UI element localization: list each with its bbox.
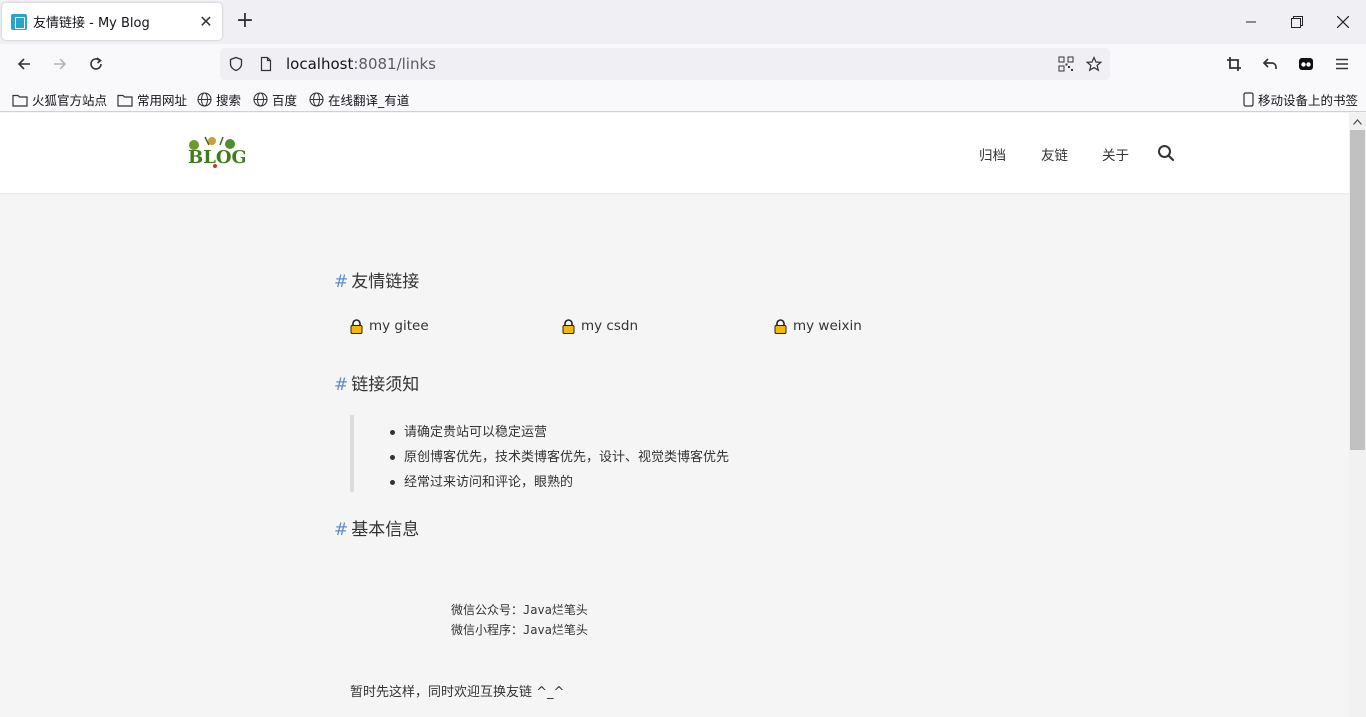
url-text[interactable]: localhost:8081/links — [286, 55, 436, 73]
blog-logo[interactable]: BLOG — [185, 135, 245, 171]
heading-hash: # — [334, 520, 349, 540]
folder-icon — [12, 94, 28, 107]
shield-icon[interactable] — [228, 56, 244, 72]
forward-button[interactable] — [48, 52, 72, 76]
bookmarks-toolbar: 火狐官方站点 常用网址 搜索 百度 在线翻译_有道 移动设备上的书签 — [0, 84, 1366, 112]
info-line: 微信小程序：Java烂笔头 — [451, 623, 588, 637]
list-item: 请确定贵站可以稳定运营 — [390, 420, 850, 445]
undo-arrow-icon — [1262, 58, 1277, 69]
minimize-window-button[interactable] — [1228, 0, 1274, 44]
section-heading-friends: # 友情链接 — [334, 267, 419, 292]
close-window-button[interactable] — [1320, 0, 1366, 44]
tab-title: 友情链接 - My Blog — [33, 16, 150, 31]
section-title: 友情链接 — [351, 272, 420, 292]
list-item: 经常过来访问和评论，眼熟的 — [390, 470, 850, 495]
arrow-right-icon — [54, 58, 67, 70]
qr-code-icon[interactable] — [1058, 56, 1074, 72]
lock-icon — [350, 318, 363, 334]
site-favicon-icon — [11, 13, 27, 30]
page-viewport: BLOG 归档 友链 关于 # 友情链接 my gitee my csdn my … — [0, 113, 1349, 717]
globe-icon — [253, 92, 268, 107]
bookmark-label: 常用网址 — [137, 93, 188, 108]
extension-button[interactable] — [1294, 52, 1318, 76]
footer-note: 暂时先这样，同时欢迎互换友链 ^_^ — [350, 685, 565, 700]
list-item: 原创博客优先，技术类博客优先，设计、视觉类博客优先 — [390, 445, 850, 470]
friend-link-label: my gitee — [369, 318, 429, 334]
nav-friend-links[interactable]: 友链 — [1041, 144, 1068, 164]
mobile-bookmarks[interactable]: 移动设备上的书签 — [1243, 90, 1358, 109]
nav-about[interactable]: 关于 — [1102, 144, 1129, 164]
address-bar[interactable]: localhost:8081/links — [220, 48, 1110, 80]
restore-window-button[interactable] — [1274, 0, 1320, 44]
search-icon[interactable] — [1157, 144, 1175, 162]
globe-icon — [309, 92, 324, 107]
section-heading-info: # 基本信息 — [334, 515, 419, 540]
browser-tab[interactable]: 友情链接 - My Blog ✕ — [2, 3, 222, 40]
bookmark-label: 火狐官方站点 — [32, 93, 108, 108]
hamburger-menu-icon — [1336, 58, 1348, 70]
url-path: :8081/links — [353, 55, 436, 73]
heading-hash: # — [334, 375, 349, 395]
scrollbar-thumb[interactable] — [1350, 130, 1365, 450]
bookmark-label: 搜索 — [216, 93, 242, 108]
menu-button[interactable] — [1330, 52, 1354, 76]
back-button[interactable] — [12, 52, 36, 76]
globe-icon — [197, 92, 212, 107]
scroll-up-arrow-icon[interactable] — [1349, 113, 1366, 130]
undo-button[interactable] — [1258, 52, 1282, 76]
friend-link-label: my weixin — [793, 318, 862, 334]
info-line: 微信公众号：Java烂笔头 — [451, 603, 588, 617]
bookmark-item[interactable]: 搜索 — [197, 90, 241, 109]
url-host: localhost — [286, 55, 354, 73]
friend-link[interactable]: my weixin — [774, 318, 862, 334]
bookmark-item[interactable]: 常用网址 — [117, 90, 187, 109]
bookmark-item[interactable]: 在线翻译_有道 — [309, 90, 409, 109]
page-scrollbar[interactable] — [1349, 113, 1366, 717]
site-header: BLOG 归档 友链 关于 — [0, 113, 1349, 193]
close-tab-icon[interactable]: ✕ — [196, 12, 216, 31]
bookmark-label: 在线翻译_有道 — [328, 93, 410, 108]
bookmark-item[interactable]: 火狐官方站点 — [12, 90, 107, 109]
page-icon[interactable] — [258, 56, 274, 72]
mobile-bookmarks-label: 移动设备上的书签 — [1258, 93, 1359, 108]
friend-link-label: my csdn — [581, 318, 639, 334]
crop-icon — [1227, 57, 1241, 71]
section-title: 基本信息 — [351, 520, 420, 540]
nav-archive[interactable]: 归档 — [979, 144, 1006, 164]
reload-icon — [90, 57, 102, 70]
friend-link[interactable]: my csdn — [562, 318, 638, 334]
new-tab-button[interactable]: + — [233, 10, 257, 34]
heading-hash: # — [334, 272, 349, 292]
screenshot-button[interactable] — [1222, 52, 1246, 76]
extension-mask-icon — [1299, 58, 1313, 70]
tab-bar: 友情链接 - My Blog ✕ + — [0, 0, 1366, 44]
reload-button[interactable] — [84, 52, 108, 76]
rules-list: 请确定贵站可以稳定运营 原创博客优先，技术类博客优先，设计、视觉类博客优先 经常… — [390, 420, 850, 495]
lock-icon — [774, 318, 787, 334]
bookmark-label: 百度 — [272, 93, 298, 108]
friend-link[interactable]: my gitee — [350, 318, 429, 334]
section-title: 链接须知 — [351, 375, 420, 395]
mobile-device-icon — [1243, 92, 1254, 107]
lock-icon — [562, 318, 575, 334]
section-heading-rules: # 链接须知 — [334, 370, 419, 395]
bookmark-item[interactable]: 百度 — [253, 90, 297, 109]
arrow-left-icon — [17, 58, 30, 70]
rules-blockquote: 请确定贵站可以稳定运营 原创博客优先，技术类博客优先，设计、视觉类博客优先 经常… — [350, 415, 850, 492]
folder-icon — [117, 94, 133, 107]
bookmark-star-icon[interactable] — [1086, 56, 1102, 72]
